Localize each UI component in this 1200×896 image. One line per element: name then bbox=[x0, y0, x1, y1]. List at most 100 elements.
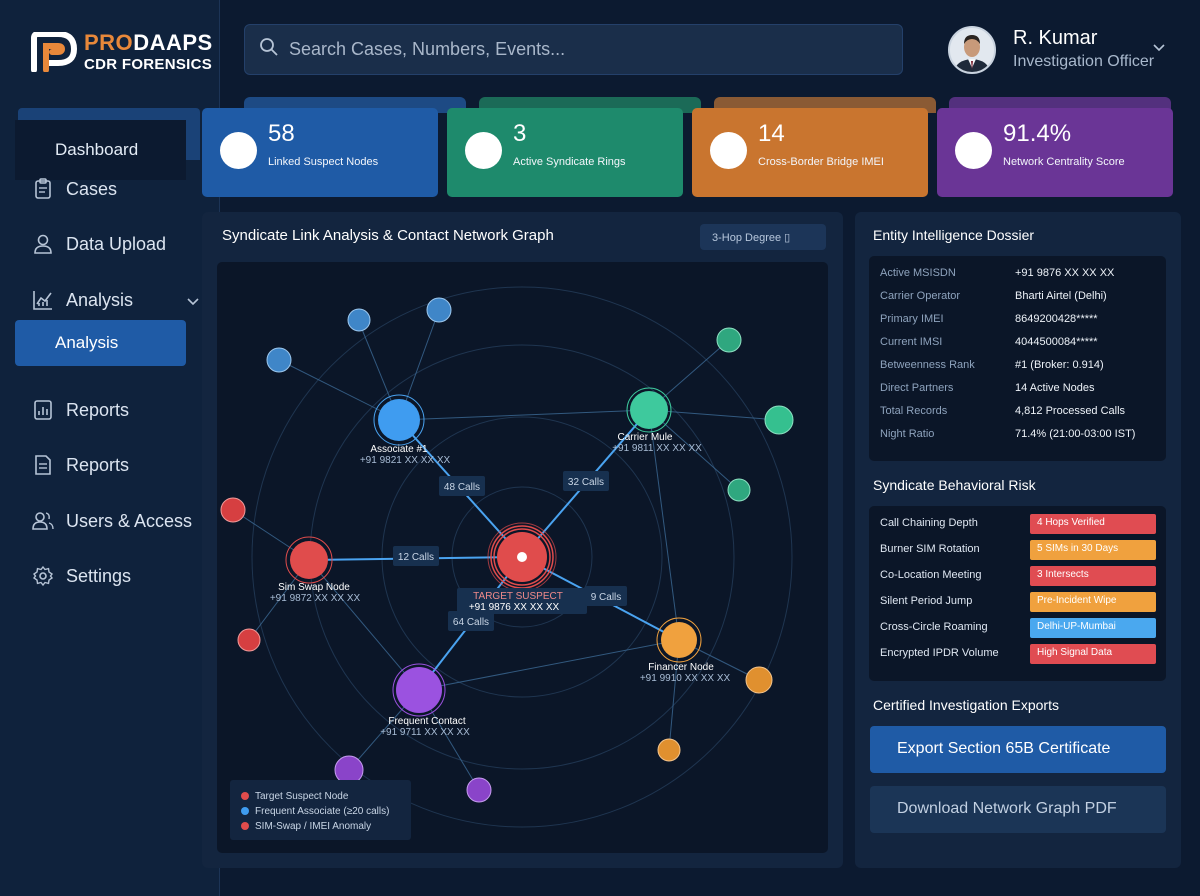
nav-dashboard[interactable]: Dashboard bbox=[15, 120, 186, 180]
hop-degree-button[interactable]: 3-Hop Degree ▯ bbox=[700, 224, 826, 250]
stat-card-bridge-imei[interactable]: 14 Cross-Border Bridge IMEI bbox=[692, 108, 928, 197]
panel-title: Syndicate Link Analysis & Contact Networ… bbox=[222, 227, 554, 244]
stat-value: 58 bbox=[268, 120, 295, 147]
peripheral-node[interactable] bbox=[466, 777, 492, 803]
financer-node[interactable] bbox=[661, 622, 697, 658]
risk-row: Silent Period Jump Pre-Incident Wipe bbox=[880, 592, 1160, 612]
chevron-down-icon[interactable] bbox=[1152, 40, 1166, 58]
edge-label-frequent: 64 Calls bbox=[453, 617, 489, 628]
stat-value: 91.4% bbox=[1003, 120, 1072, 147]
legend-item: Target Suspect Node bbox=[255, 791, 349, 802]
stat-card-linked-nodes[interactable]: 58 Linked Suspect Nodes bbox=[202, 108, 438, 197]
dossier-key: Active MSISDN bbox=[880, 267, 956, 279]
peripheral-node[interactable] bbox=[237, 628, 261, 652]
dossier-value: 4044500084***** bbox=[1015, 336, 1098, 348]
nav-analysis[interactable]: Analysis bbox=[30, 285, 210, 315]
dossier-value: 14 Active Nodes bbox=[1015, 382, 1095, 394]
nav-reports[interactable]: Reports bbox=[30, 395, 210, 425]
logo-mark-icon bbox=[30, 31, 78, 73]
associate-node[interactable] bbox=[378, 399, 420, 441]
stat-label: Cross-Border Bridge IMEI bbox=[758, 156, 884, 168]
brand-subtitle: CDR FORENSICS bbox=[84, 56, 213, 73]
dossier-key: Carrier Operator bbox=[880, 290, 961, 302]
nav-label: Cases bbox=[66, 178, 118, 199]
peripheral-node[interactable] bbox=[727, 478, 751, 502]
risk-key: Cross-Circle Roaming bbox=[880, 621, 988, 633]
nav-settings[interactable]: Settings bbox=[30, 561, 210, 591]
gear-icon bbox=[30, 564, 56, 588]
brand-logo[interactable]: PRODAAPS CDR FORENSICS bbox=[30, 31, 213, 73]
simswap-node-number: +91 9872 XX XX XX bbox=[270, 593, 361, 604]
simswap-node[interactable] bbox=[290, 541, 328, 579]
dossier-key: Total Records bbox=[880, 405, 948, 417]
nav-label: Data Upload bbox=[66, 233, 167, 254]
dossier-value: 8649200428***** bbox=[1015, 313, 1098, 325]
edge-label-simswap: 12 Calls bbox=[398, 552, 434, 563]
risk-row: Encrypted IPDR Volume High Signal Data bbox=[880, 644, 1160, 664]
risk-badge: 4 Hops Verified bbox=[1030, 514, 1156, 534]
stat-value: 14 bbox=[758, 120, 785, 147]
frequent-node[interactable] bbox=[396, 667, 442, 713]
peripheral-node[interactable] bbox=[426, 297, 452, 323]
stat-card-centrality[interactable]: 91.4% Network Centrality Score bbox=[937, 108, 1173, 197]
legend-item: SIM-Swap / IMEI Anomaly bbox=[255, 821, 371, 832]
edge-label-associate: 48 Calls bbox=[444, 482, 480, 493]
risk-key: Call Chaining Depth bbox=[880, 517, 978, 529]
user-menu[interactable]: R. Kumar Investigation Officer bbox=[948, 24, 1178, 76]
risk-row: Cross-Circle Roaming Delhi-UP-Mumbai bbox=[880, 618, 1160, 638]
associate-node-name: Associate #1 bbox=[370, 444, 428, 455]
target-node[interactable] bbox=[487, 522, 557, 592]
nav-users-access[interactable]: Users & Access bbox=[30, 506, 210, 536]
stat-card-syndicate-rings[interactable]: 3 Active Syndicate Rings bbox=[447, 108, 683, 197]
sidebar: PRODAAPS CDR FORENSICS Dashboard Cases D… bbox=[0, 0, 220, 896]
stat-icon bbox=[710, 132, 747, 169]
network-graph[interactable]: Associate #1 +91 9821 XX XX XX Carrier M… bbox=[217, 262, 828, 853]
nav-cases[interactable]: Cases bbox=[30, 174, 210, 204]
peripheral-node[interactable] bbox=[347, 308, 371, 332]
carrier-node-name: Carrier Mule bbox=[617, 432, 672, 443]
nav-data-upload[interactable]: Data Upload bbox=[30, 229, 210, 259]
financer-node-number: +91 9910 XX XX XX bbox=[640, 673, 731, 684]
download-graph-pdf-button[interactable]: Download Network Graph PDF bbox=[870, 786, 1166, 833]
dossier-key: Direct Partners bbox=[880, 382, 954, 394]
legend-swatch bbox=[241, 822, 249, 830]
search-icon bbox=[259, 37, 279, 62]
peripheral-node[interactable] bbox=[716, 327, 742, 353]
dossier-value: 4,812 Processed Calls bbox=[1015, 405, 1126, 417]
risk-table: Call Chaining Depth 4 Hops Verified Burne… bbox=[869, 506, 1166, 681]
nav-label: Reports bbox=[66, 399, 130, 420]
peripheral-node[interactable] bbox=[764, 405, 794, 435]
risk-badge: Pre-Incident Wipe bbox=[1030, 592, 1156, 612]
export-65b-certificate-button[interactable]: Export Section 65B Certificate bbox=[870, 726, 1166, 773]
risk-badge: High Signal Data bbox=[1030, 644, 1156, 664]
peripheral-node[interactable] bbox=[657, 738, 681, 762]
nav-label: Reports bbox=[66, 454, 130, 475]
peripheral-node[interactable] bbox=[334, 755, 364, 785]
dossier-key: Current IMSI bbox=[880, 336, 943, 348]
peripheral-node[interactable] bbox=[220, 497, 246, 523]
stat-value: 3 bbox=[513, 120, 527, 147]
risk-row: Call Chaining Depth 4 Hops Verified bbox=[880, 514, 1160, 534]
nav-analysis-sub[interactable]: Analysis bbox=[15, 320, 186, 366]
financer-node-name: Financer Node bbox=[648, 662, 714, 673]
user-icon bbox=[30, 232, 56, 256]
risk-badge: 3 Intersects bbox=[1030, 566, 1156, 586]
peripheral-node[interactable] bbox=[745, 666, 773, 694]
target-node-name: TARGET SUSPECT bbox=[473, 591, 563, 602]
dossier-key: Primary IMEI bbox=[880, 313, 944, 325]
nav-label: Users & Access bbox=[66, 510, 193, 531]
dossier-value: #1 (Broker: 0.914) bbox=[1015, 359, 1104, 371]
dossier-value: +91 9876 XX XX XX bbox=[1015, 267, 1115, 279]
nav-label: Settings bbox=[66, 565, 132, 586]
risk-row: Burner SIM Rotation 5 SIMs in 30 Days bbox=[880, 540, 1160, 560]
stat-label: Network Centrality Score bbox=[1003, 156, 1125, 168]
carrier-node-number: +91 9811 XX XX XX bbox=[612, 443, 702, 454]
search-bar[interactable] bbox=[244, 24, 903, 75]
frequent-node-name: Frequent Contact bbox=[388, 716, 465, 727]
nav-reports-2[interactable]: Reports bbox=[30, 450, 210, 480]
peripheral-node[interactable] bbox=[266, 347, 292, 373]
risk-key: Burner SIM Rotation bbox=[880, 543, 980, 555]
stat-icon bbox=[220, 132, 257, 169]
carrier-node[interactable] bbox=[630, 391, 668, 429]
search-input[interactable] bbox=[289, 39, 869, 60]
